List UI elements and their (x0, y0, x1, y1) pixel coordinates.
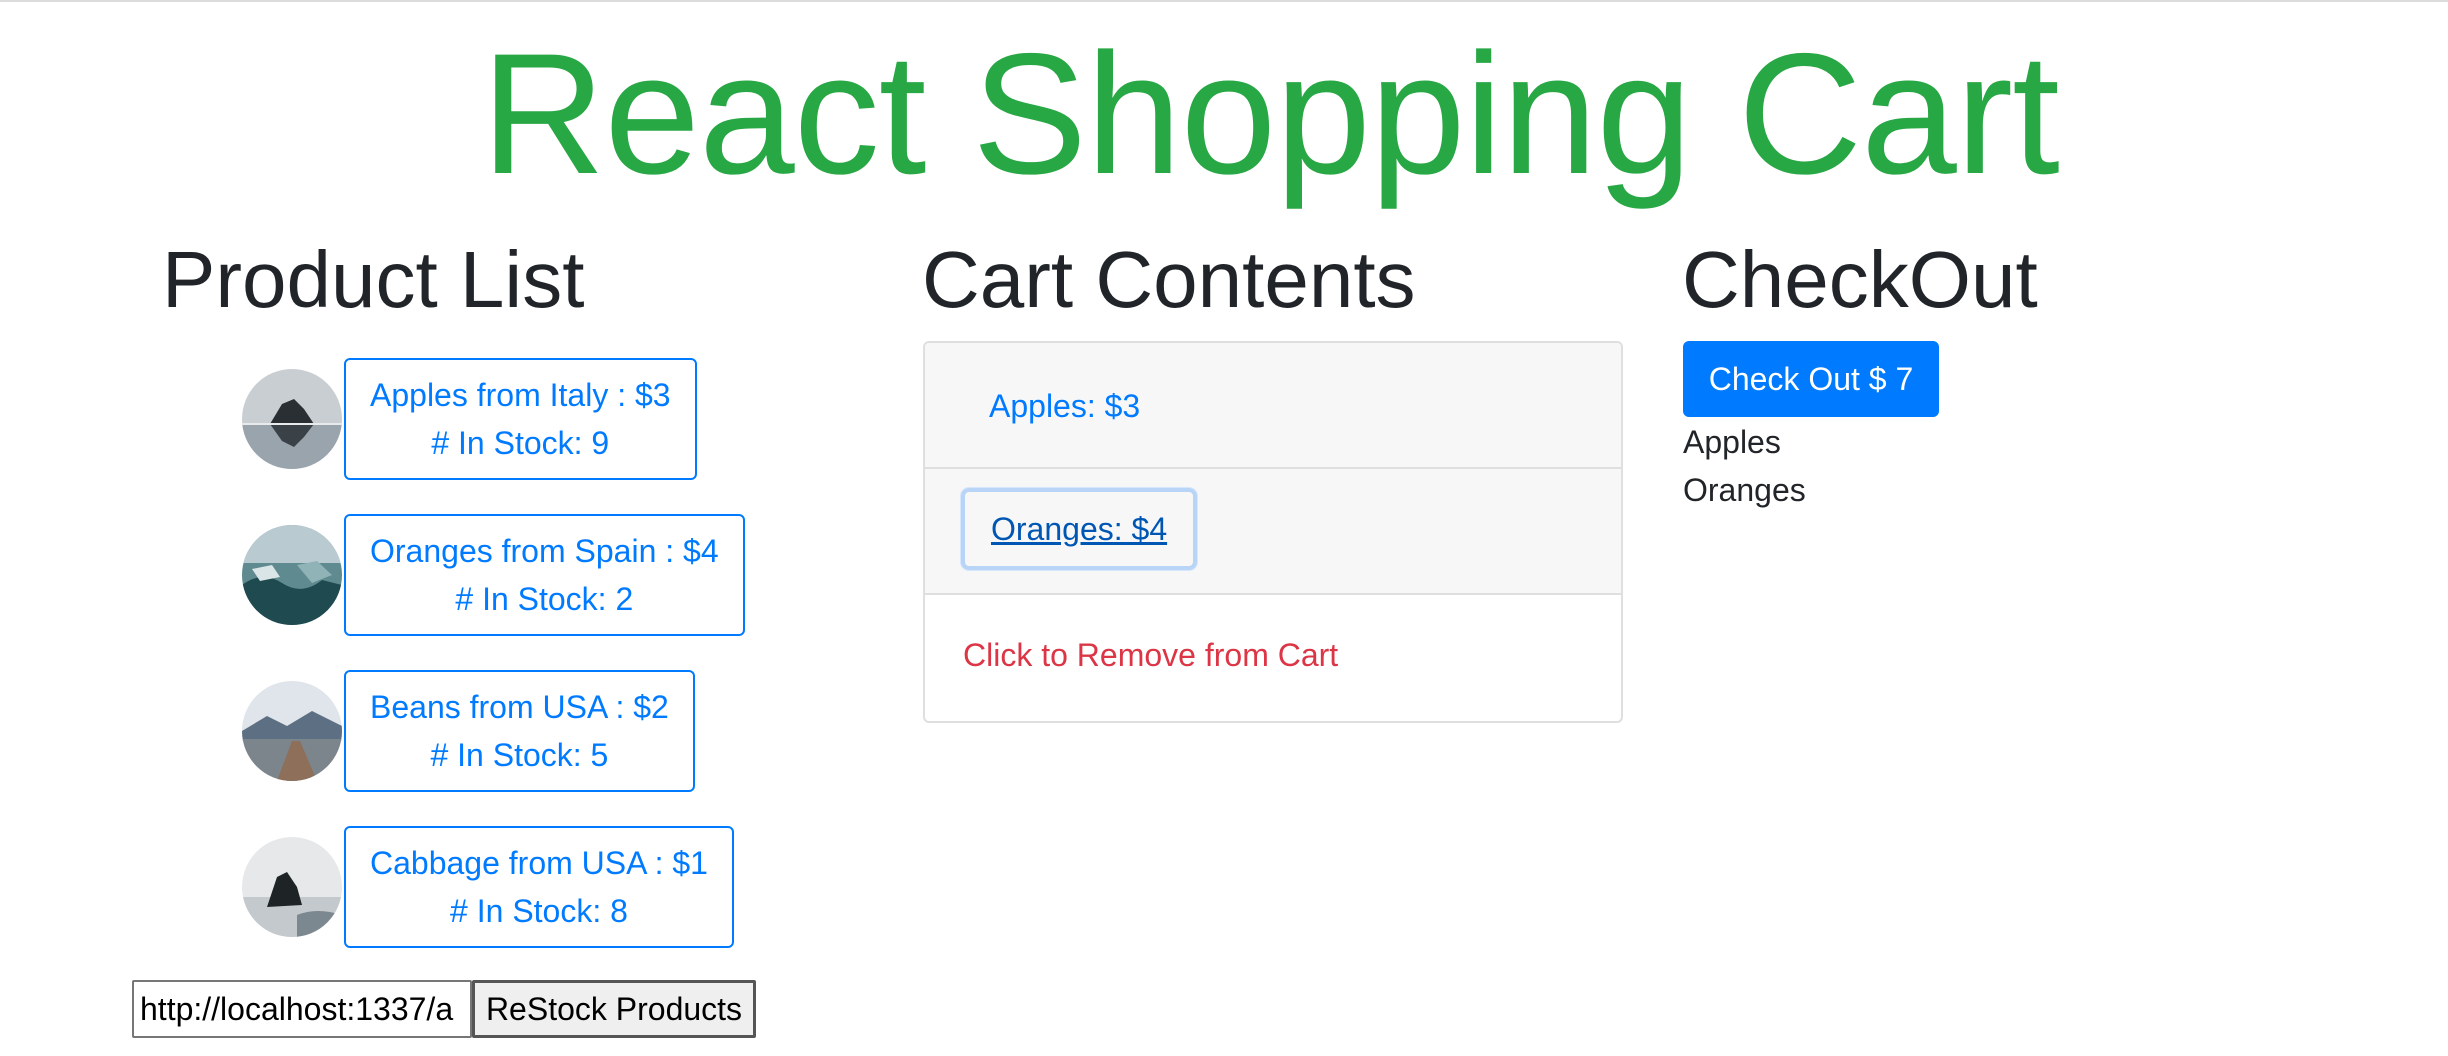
cart-contents-heading: Cart Contents (922, 235, 1416, 324)
cart-list: Apples: $3 Oranges: $4 Click to Remove f… (923, 341, 1623, 723)
product-item: Oranges from Spain : $4 # In Stock: 2 (242, 514, 745, 636)
restock-button[interactable]: ReStock Products (472, 980, 756, 1038)
product-stock: # In Stock: 8 (450, 893, 628, 929)
restock-url-input[interactable] (132, 980, 472, 1038)
mountain-road-photo-icon (242, 681, 342, 781)
product-title: Apples from Italy : $3 (370, 377, 671, 413)
checkout-item: Apples (1683, 424, 1781, 460)
product-list-heading: Product List (162, 235, 585, 324)
product-stock: # In Stock: 2 (455, 581, 634, 617)
checkout-item: Oranges (1683, 472, 1806, 508)
add-product-button[interactable]: Cabbage from USA : $1 # In Stock: 8 (344, 826, 734, 948)
remove-hint: Click to Remove from Cart (963, 637, 1339, 673)
product-stock: # In Stock: 5 (430, 737, 609, 773)
checkout-heading: CheckOut (1682, 235, 2038, 324)
remove-cart-item-button[interactable]: Oranges: $4 (961, 488, 1198, 570)
app-title: React Shopping Cart (481, 18, 2060, 210)
cart-item: Oranges: $4 (925, 469, 1621, 595)
add-product-button[interactable]: Oranges from Spain : $4 # In Stock: 2 (344, 514, 745, 636)
product-title: Oranges from Spain : $4 (370, 533, 719, 569)
product-item: Beans from USA : $2 # In Stock: 5 (242, 670, 695, 792)
sea-rocks-photo-icon (242, 525, 342, 625)
product-title: Cabbage from USA : $1 (370, 845, 708, 881)
product-item: Cabbage from USA : $1 # In Stock: 8 (242, 826, 734, 948)
product-item: Apples from Italy : $3 # In Stock: 9 (242, 358, 697, 480)
add-product-button[interactable]: Apples from Italy : $3 # In Stock: 9 (344, 358, 697, 480)
product-title: Beans from USA : $2 (370, 689, 669, 725)
top-border (0, 0, 2448, 2)
remove-cart-item-button[interactable]: Apples: $3 (963, 382, 1166, 430)
rock-coast-photo-icon (242, 837, 342, 937)
checkout-button[interactable]: Check Out $ 7 (1683, 341, 1939, 417)
product-stock: # In Stock: 9 (431, 425, 610, 461)
add-product-button[interactable]: Beans from USA : $2 # In Stock: 5 (344, 670, 695, 792)
cart-item: Apples: $3 (925, 343, 1621, 469)
mountain-lake-photo-icon (242, 369, 342, 469)
